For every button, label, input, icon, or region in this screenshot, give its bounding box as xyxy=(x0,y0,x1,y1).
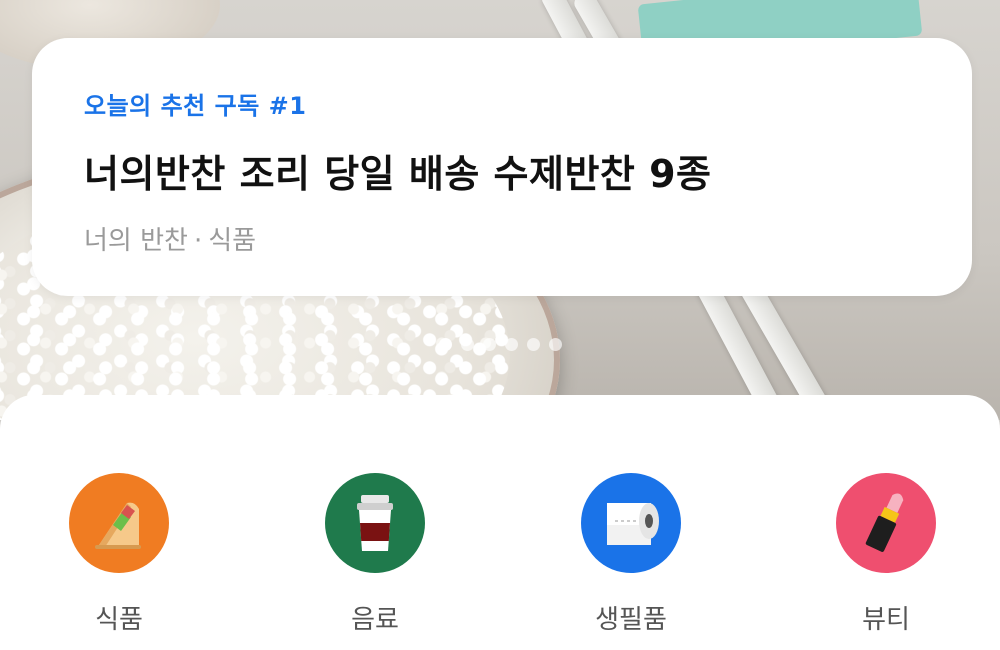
category-label: 생필품 xyxy=(595,605,667,635)
category-sheet: 식품 음료 생필품 뷰티 xyxy=(0,395,1000,650)
carousel-dot[interactable] xyxy=(438,338,452,351)
category-label: 뷰티 xyxy=(862,605,910,635)
carousel-dot[interactable] xyxy=(460,338,474,351)
recommendation-eyebrow: 오늘의 추천 구독 #1 xyxy=(84,92,307,120)
category-household[interactable]: 생필품 xyxy=(551,473,711,636)
brand-name: 너의 반찬 xyxy=(84,226,188,256)
carousel-dot[interactable] xyxy=(548,338,562,351)
toilet-paper-icon xyxy=(581,473,681,573)
carousel-dot[interactable] xyxy=(504,338,518,351)
carousel-pagination xyxy=(0,338,1000,354)
coffee-cup-icon xyxy=(325,473,425,573)
lipstick-icon xyxy=(836,473,936,573)
category-food[interactable]: 식품 xyxy=(39,473,199,636)
recommendation-meta: 너의 반찬 · 식품 xyxy=(84,220,920,257)
sandwich-icon xyxy=(69,473,169,573)
category-name: 식품 xyxy=(208,226,257,256)
category-beauty[interactable]: 뷰티 xyxy=(806,473,966,636)
carousel-dot[interactable] xyxy=(482,338,496,351)
recommendation-title: 너의반찬 조리 당일 배송 수제반찬 9종 xyxy=(84,152,712,196)
meta-separator: · xyxy=(193,226,203,256)
carousel-dot[interactable] xyxy=(526,338,540,351)
category-drink[interactable]: 음료 xyxy=(295,473,455,636)
category-label: 음료 xyxy=(351,605,399,635)
recommendation-card[interactable]: 오늘의 추천 구독 #1 너의반찬 조리 당일 배송 수제반찬 9종 너의 반찬… xyxy=(32,38,972,296)
category-label: 식품 xyxy=(95,605,143,635)
